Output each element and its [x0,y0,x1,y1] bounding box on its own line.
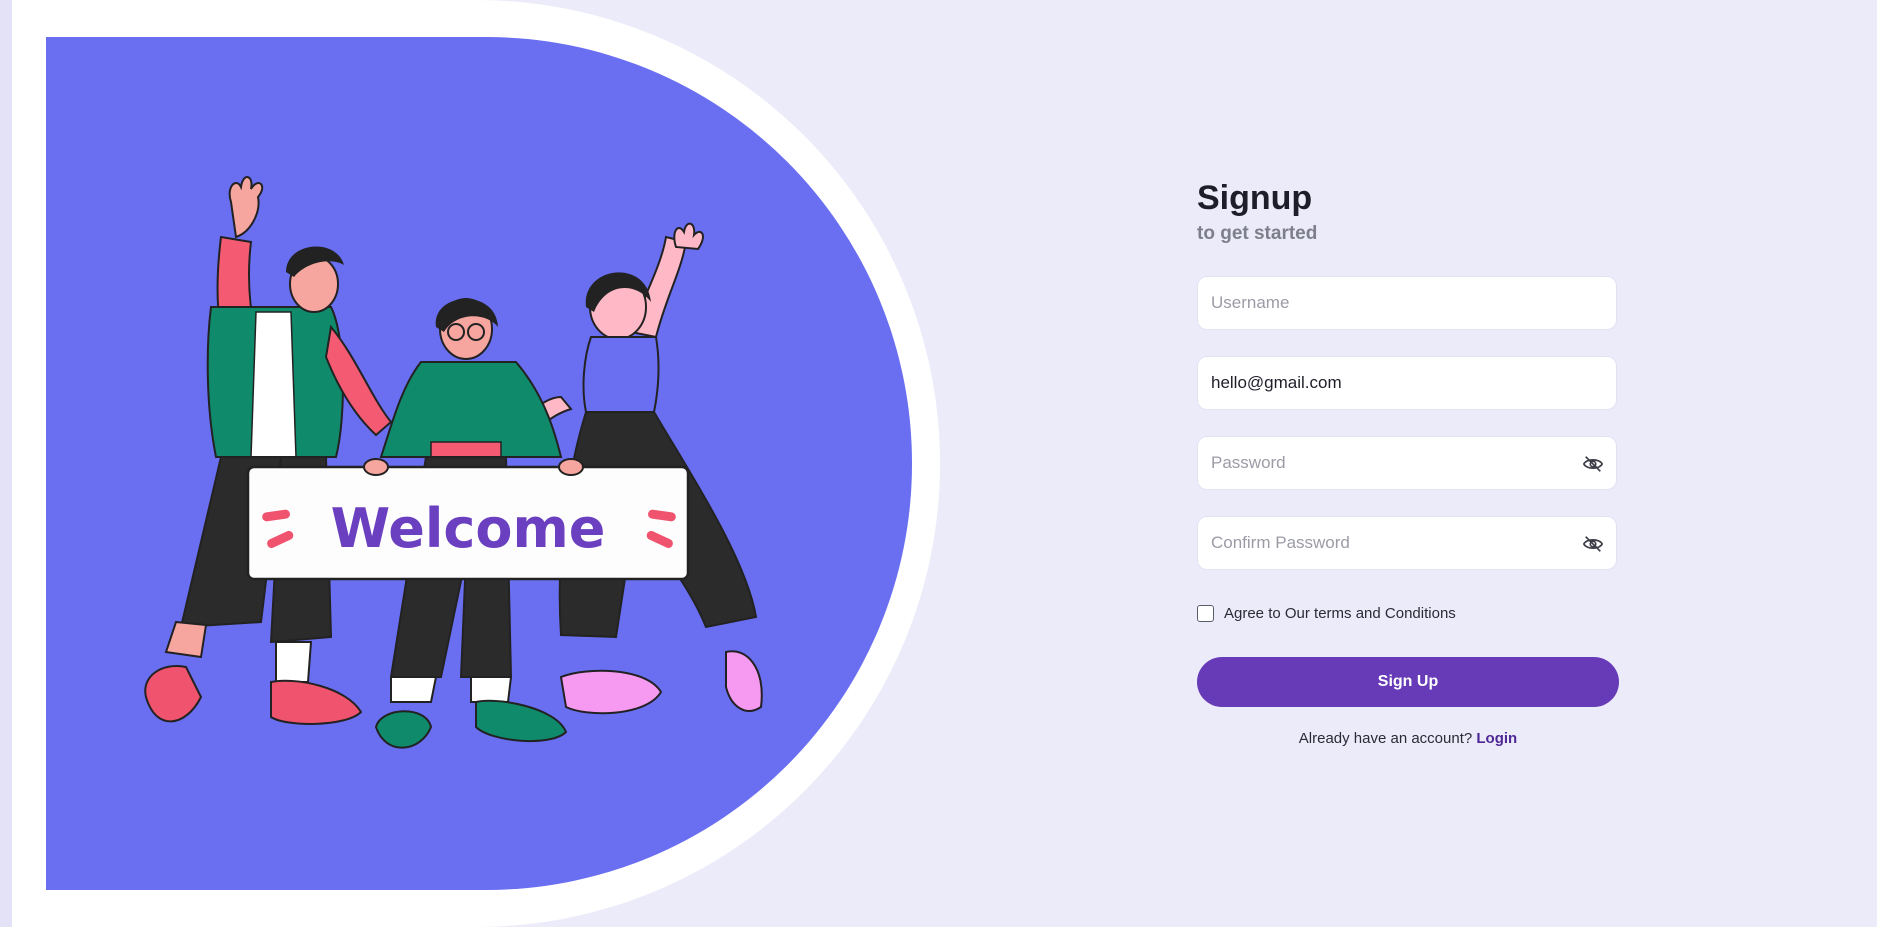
terms-label[interactable]: Agree to Our terms and Conditions [1224,605,1456,622]
confirm-password-input[interactable] [1198,517,1571,569]
eye-off-icon[interactable] [1582,453,1604,475]
welcome-illustration: Welcome [144,176,763,749]
left-edge-strip [0,0,12,927]
terms-checkbox[interactable] [1197,605,1214,622]
login-prompt-text: Already have an account? [1298,730,1473,747]
email-input[interactable] [1198,357,1571,409]
password-field [1197,436,1617,490]
username-field [1197,276,1617,330]
login-link[interactable]: Login [1476,730,1517,747]
password-input[interactable] [1198,437,1571,489]
confirm-password-field [1197,516,1617,570]
hero-panel: Welcome [46,37,912,890]
username-input[interactable] [1198,277,1571,329]
sign-up-button[interactable]: Sign Up [1197,657,1619,707]
login-prompt-row: Already have an account? Login [1197,730,1619,747]
welcome-banner: Welcome [246,465,690,581]
page-title: Signup [1197,179,1313,217]
email-field [1197,356,1617,410]
signup-form: Signup to get started Agree to Our terms… [1197,175,1619,747]
eye-off-icon[interactable] [1582,533,1604,555]
banner-text: Welcome [331,497,606,560]
hero-panel-frame: Welcome [12,0,940,927]
terms-row: Agree to Our terms and Conditions [1197,605,1456,622]
person-left-figure [144,176,393,725]
page-subtitle: to get started [1197,223,1318,244]
